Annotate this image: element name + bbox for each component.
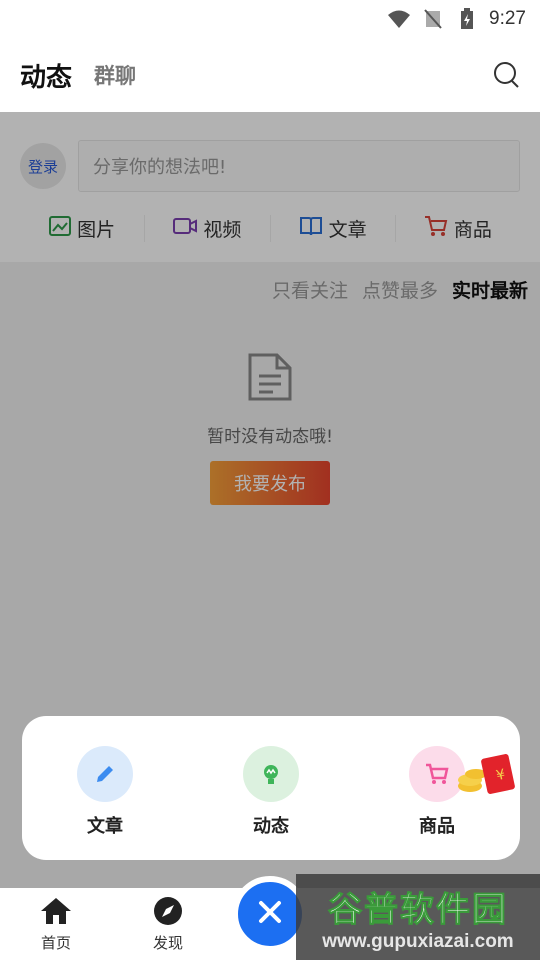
- close-icon: [255, 897, 285, 931]
- bulb-icon: [243, 746, 299, 802]
- battery-icon: [455, 7, 479, 31]
- tabbar-discover[interactable]: 发现: [112, 888, 224, 960]
- home-icon: [39, 896, 73, 930]
- tabbar-home[interactable]: 首页: [0, 888, 112, 960]
- status-bar: 9:27: [0, 0, 540, 38]
- tabbar-label: 首页: [40, 934, 71, 952]
- tab-dynamics[interactable]: 动态: [20, 57, 72, 94]
- popup-label: 文章: [87, 816, 123, 837]
- popup-article-button[interactable]: 文章: [22, 716, 188, 860]
- watermark-url: www.gupuxiazai.com: [322, 930, 514, 952]
- publish-popup: 文章 动态 商品: [22, 716, 520, 860]
- watermark: 谷普软件园 www.gupuxiazai.com: [296, 874, 540, 960]
- watermark-title: 谷普软件园: [328, 890, 508, 929]
- search-icon[interactable]: [492, 60, 522, 90]
- compass-icon: [153, 896, 183, 930]
- no-signal-icon: [421, 7, 445, 31]
- top-header: 动态 群聊: [0, 38, 540, 112]
- popup-dynamic-button[interactable]: 动态: [188, 716, 354, 860]
- tab-group-chat[interactable]: 群聊: [94, 60, 136, 90]
- popup-label: 动态: [253, 816, 289, 837]
- pencil-icon: [77, 746, 133, 802]
- status-time: 9:27: [489, 8, 526, 29]
- red-envelope-icon: ¥: [456, 752, 526, 802]
- wifi-icon: [387, 7, 411, 31]
- tabbar-label: 发现: [152, 934, 183, 952]
- popup-label: 商品: [419, 816, 455, 837]
